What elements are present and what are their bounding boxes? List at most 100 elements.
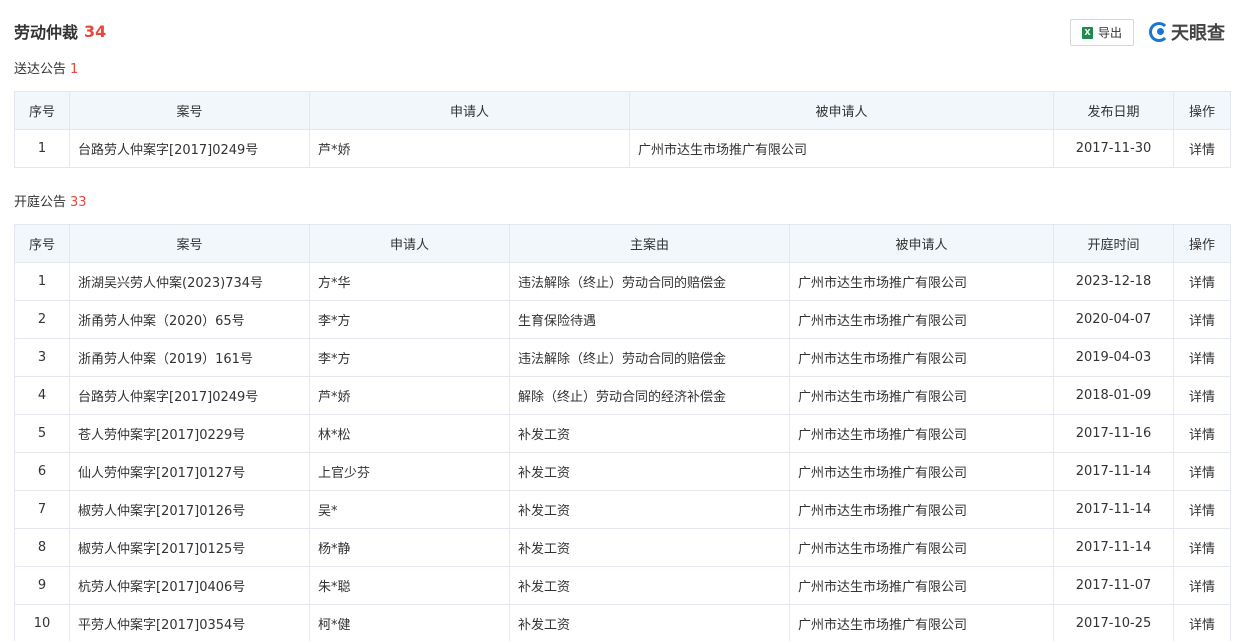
column-header: 主案由 — [509, 224, 790, 263]
hearing-date: 2017-11-16 — [1053, 414, 1174, 453]
case-number: 台路劳人仲案字[2017]0249号 — [69, 376, 310, 415]
case-cause: 补发工资 — [509, 414, 790, 453]
column-header: 申请人 — [309, 224, 510, 263]
applicant: 柯*健 — [309, 604, 510, 641]
service-notice-heading: 送达公告 1 — [14, 58, 78, 77]
respondent-link[interactable]: 广州市达生市场推广有限公司 — [789, 414, 1054, 453]
case-number: 浙甬劳人仲案（2020）65号 — [69, 300, 310, 339]
case-cause: 违法解除（终止）劳动合同的赔偿金 — [509, 262, 790, 301]
column-header: 案号 — [69, 224, 310, 263]
detail-link[interactable]: 详情 — [1173, 376, 1231, 415]
table-header-row: 序号 案号 申请人 被申请人 发布日期 操作 — [14, 91, 1231, 130]
table-row: 4 台路劳人仲案字[2017]0249号 芦*娇 解除（终止）劳动合同的经济补偿金 广州… — [14, 376, 1231, 415]
applicant: 杨*静 — [309, 528, 510, 567]
case-number: 浙甬劳人仲案（2019）161号 — [69, 338, 310, 377]
row-number: 7 — [14, 490, 70, 529]
table-row: 6 仙人劳仲案字[2017]0127号 上官少芬 补发工资 广州市达生市场推广有限公司 2… — [14, 452, 1231, 491]
detail-link[interactable]: 详情 — [1173, 262, 1231, 301]
case-number: 台路劳人仲案字[2017]0249号 — [69, 129, 310, 168]
row-number: 6 — [14, 452, 70, 491]
column-header: 开庭时间 — [1053, 224, 1174, 263]
hearing-date: 2020-04-07 — [1053, 300, 1174, 339]
hearing-date: 2023-12-18 — [1053, 262, 1174, 301]
case-cause: 补发工资 — [509, 566, 790, 605]
column-header: 操作 — [1173, 91, 1231, 130]
applicant: 朱*聪 — [309, 566, 510, 605]
case-number: 杭劳人仲案字[2017]0406号 — [69, 566, 310, 605]
table-row: 7 椒劳人仲案字[2017]0126号 吴* 补发工资 广州市达生市场推广有限公司 201… — [14, 490, 1231, 529]
column-header: 申请人 — [309, 91, 630, 130]
tianyancha-logo[interactable]: 天眼查 — [1149, 19, 1225, 45]
hearing-date: 2017-11-14 — [1053, 452, 1174, 491]
column-header: 发布日期 — [1053, 91, 1174, 130]
table-row: 3 浙甬劳人仲案（2019）161号 李*方 违法解除（终止）劳动合同的赔偿金 广州市达… — [14, 338, 1231, 377]
detail-link[interactable]: 详情 — [1173, 414, 1231, 453]
detail-link[interactable]: 详情 — [1173, 604, 1231, 641]
respondent-link[interactable]: 广州市达生市场推广有限公司 — [789, 604, 1054, 641]
case-number: 仙人劳仲案字[2017]0127号 — [69, 452, 310, 491]
page-title-count: 34 — [84, 21, 107, 41]
respondent-link[interactable]: 广州市达生市场推广有限公司 — [789, 528, 1054, 567]
applicant: 李*方 — [309, 338, 510, 377]
export-button[interactable]: X 导出 — [1070, 19, 1134, 46]
applicant: 芦*娇 — [309, 376, 510, 415]
respondent-link[interactable]: 广州市达生市场推广有限公司 — [789, 376, 1054, 415]
logo-mark-icon — [1149, 22, 1169, 42]
case-number: 苍人劳仲案字[2017]0229号 — [69, 414, 310, 453]
respondent-link[interactable]: 广州市达生市场推广有限公司 — [789, 490, 1054, 529]
respondent-link[interactable]: 广州市达生市场推广有限公司 — [789, 566, 1054, 605]
column-header: 序号 — [14, 224, 70, 263]
respondent-link[interactable]: 广州市达生市场推广有限公司 — [789, 338, 1054, 377]
case-cause: 解除（终止）劳动合同的经济补偿金 — [509, 376, 790, 415]
case-cause: 补发工资 — [509, 528, 790, 567]
logo-text: 天眼查 — [1171, 23, 1225, 44]
column-header: 被申请人 — [629, 91, 1054, 130]
table-row: 1 台路劳人仲案字[2017]0249号 芦*娇 广州市达生市场推广有限公司 2… — [14, 129, 1231, 168]
case-number: 椒劳人仲案字[2017]0126号 — [69, 490, 310, 529]
hearing-date: 2017-10-25 — [1053, 604, 1174, 641]
export-button-label: 导出 — [1097, 26, 1122, 40]
applicant: 方*华 — [309, 262, 510, 301]
row-number: 3 — [14, 338, 70, 377]
page-title: 劳动仲裁 — [14, 23, 79, 42]
hearing-date: 2018-01-09 — [1053, 376, 1174, 415]
hearing-date: 2017-11-14 — [1053, 490, 1174, 529]
case-number: 浙湖吴兴劳人仲案(2023)734号 — [69, 262, 310, 301]
applicant: 芦*娇 — [309, 129, 630, 168]
row-number: 9 — [14, 566, 70, 605]
row-number: 10 — [14, 604, 70, 641]
respondent-link[interactable]: 广州市达生市场推广有限公司 — [629, 129, 1054, 168]
table-row: 2 浙甬劳人仲案（2020）65号 李*方 生育保险待遇 广州市达生市场推广有限公司 20… — [14, 300, 1231, 339]
court-notice-count: 33 — [70, 195, 87, 210]
case-cause: 生育保险待遇 — [509, 300, 790, 339]
service-notice-label: 送达公告 — [14, 62, 67, 77]
page-header: 劳动仲裁 34 — [14, 20, 107, 43]
respondent-link[interactable]: 广州市达生市场推广有限公司 — [789, 452, 1054, 491]
hearing-date: 2019-04-03 — [1053, 338, 1174, 377]
hearing-date: 2017-11-07 — [1053, 566, 1174, 605]
detail-link[interactable]: 详情 — [1173, 490, 1231, 529]
detail-link[interactable]: 详情 — [1173, 300, 1231, 339]
column-header: 操作 — [1173, 224, 1231, 263]
case-cause: 补发工资 — [509, 452, 790, 491]
respondent-link[interactable]: 广州市达生市场推广有限公司 — [789, 300, 1054, 339]
row-number: 2 — [14, 300, 70, 339]
detail-link[interactable]: 详情 — [1173, 566, 1231, 605]
respondent-link[interactable]: 广州市达生市场推广有限公司 — [789, 262, 1054, 301]
table-row: 1 浙湖吴兴劳人仲案(2023)734号 方*华 违法解除（终止）劳动合同的赔偿金 广州… — [14, 262, 1231, 301]
row-number: 8 — [14, 528, 70, 567]
case-number: 平劳人仲案字[2017]0354号 — [69, 604, 310, 641]
detail-link[interactable]: 详情 — [1173, 129, 1231, 168]
detail-link[interactable]: 详情 — [1173, 528, 1231, 567]
publish-date: 2017-11-30 — [1053, 129, 1174, 168]
court-notice-table: 序号 案号 申请人 主案由 被申请人 开庭时间 操作 1 浙湖吴兴劳人仲案(202… — [14, 224, 1231, 641]
detail-link[interactable]: 详情 — [1173, 452, 1231, 491]
hearing-date: 2017-11-14 — [1053, 528, 1174, 567]
row-number: 5 — [14, 414, 70, 453]
court-notice-label: 开庭公告 — [14, 195, 67, 210]
service-notice-count: 1 — [70, 62, 79, 77]
service-notice-table: 序号 案号 申请人 被申请人 发布日期 操作 1 台路劳人仲案字[2017]02… — [14, 91, 1231, 168]
row-number: 4 — [14, 376, 70, 415]
table-row: 10 平劳人仲案字[2017]0354号 柯*健 补发工资 广州市达生市场推广有限公司 2… — [14, 604, 1231, 641]
detail-link[interactable]: 详情 — [1173, 338, 1231, 377]
